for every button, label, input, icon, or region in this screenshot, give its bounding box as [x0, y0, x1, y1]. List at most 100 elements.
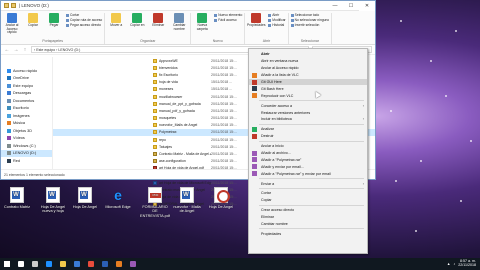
- file-date: 20/11/2018 15:...: [211, 116, 238, 121]
- taskbar-media-button[interactable]: [126, 258, 140, 270]
- ribbon-small-button[interactable]: Historial: [268, 23, 285, 27]
- ribbon-button-label: Mover a: [110, 23, 123, 27]
- ribbon-button-label: Copiar en: [130, 23, 145, 27]
- sidebar-item[interactable]: Vídeos: [1, 135, 52, 143]
- sidebar-item[interactable]: Descargas: [1, 90, 52, 98]
- context-menu-item[interactable]: Anclar a Inicio: [249, 143, 367, 150]
- ribbon-small-button[interactable]: Fácil acceso: [214, 18, 242, 22]
- ribbon-button[interactable]: Propiedades: [247, 13, 266, 28]
- up-arrow-icon[interactable]: ↑: [22, 47, 28, 53]
- context-menu-item[interactable]: Añadir al archivo...: [249, 150, 367, 157]
- sidebar-item[interactable]: Documentos: [1, 97, 52, 105]
- context-menu-item[interactable]: Restaurar versiones anteriores: [249, 109, 367, 116]
- menu-item-icon: [252, 133, 257, 139]
- menu-item-icon: [252, 126, 257, 132]
- desktop-icon[interactable]: Contrato Matriz: [2, 187, 32, 209]
- back-arrow-icon[interactable]: ←: [4, 47, 10, 53]
- sidebar-item[interactable]: Red: [1, 157, 52, 165]
- taskbar-word-button[interactable]: [98, 258, 112, 270]
- ribbon-small-button[interactable]: Nuevo elemento: [214, 13, 242, 17]
- folder-icon[interactable]: [11, 3, 16, 8]
- ribbon-button[interactable]: Pegar: [45, 13, 63, 28]
- menu-item-icon: [252, 86, 257, 92]
- context-menu-item[interactable]: Abrir en ventana nueva: [249, 58, 367, 65]
- ribbon-small-button[interactable]: Invertir selección: [290, 23, 329, 27]
- desktop-icon[interactable]: e Microsoft Edge: [103, 187, 133, 209]
- sidebar-item[interactable]: OneDrive: [1, 75, 52, 83]
- sidebar-item[interactable]: Escritorio: [1, 105, 52, 113]
- taskbar-store-button[interactable]: [70, 258, 84, 270]
- maximize-button[interactable]: ☐: [343, 1, 359, 11]
- taskbar-search-button[interactable]: [14, 258, 28, 270]
- sidebar-item[interactable]: Objetos 3D: [1, 127, 52, 135]
- ribbon-button[interactable]: Mover a: [107, 13, 125, 28]
- sidebar-item[interactable]: Acceso rápido: [1, 67, 52, 75]
- ribbon-small-button[interactable]: No seleccionar ninguno: [290, 18, 329, 22]
- context-menu-item[interactable]: Crear acceso directo: [249, 207, 367, 214]
- sidebar-item[interactable]: LENOVO (D:): [1, 149, 52, 157]
- taskbar-chrome-button[interactable]: [84, 258, 98, 270]
- ribbon-button[interactable]: Nueva carpeta: [193, 13, 211, 31]
- clock[interactable]: 8:57 a. m. 22/11/2018: [458, 259, 476, 268]
- word-icon: [78, 187, 92, 203]
- word-icon: [10, 187, 24, 203]
- volume-icon[interactable]: ♪: [453, 262, 455, 266]
- file-name: ase-configuration: [159, 159, 186, 164]
- sidebar-item[interactable]: Este equipo: [1, 82, 52, 90]
- sidebar-item[interactable]: Música: [1, 120, 52, 128]
- sidebar-item-label: Objetos 3D: [13, 128, 32, 133]
- context-menu-item[interactable]: Añadir a la lista de VLC: [249, 72, 367, 79]
- ribbon-small-button[interactable]: Abrir: [268, 13, 285, 17]
- context-menu-item[interactable]: Enviar a ›: [249, 180, 367, 187]
- menu-item-label: Añadir a la lista de VLC: [261, 73, 299, 78]
- desktop-icon[interactable]: nuevofor · Malla de Angel: [172, 187, 202, 214]
- taskbar-taskview-button[interactable]: [28, 258, 42, 270]
- desktop-icon[interactable]: FORMULARIO DE ENTREVISTA.pdf: [140, 187, 170, 218]
- ribbon-small-button[interactable]: Seleccionar todo: [290, 13, 329, 17]
- context-menu-item[interactable]: Propiedades: [249, 230, 367, 237]
- folder-icon: [153, 130, 157, 135]
- sidebar-item[interactable]: Imágenes: [1, 112, 52, 120]
- context-menu-item[interactable]: Anclar al Acceso rápido: [249, 65, 367, 72]
- desktop-icon[interactable]: Hoja De Angel: [70, 187, 100, 209]
- context-menu-item[interactable]: Cortar: [249, 190, 367, 197]
- ribbon-button[interactable]: Eliminar: [149, 13, 167, 28]
- context-menu-item[interactable]: Copiar: [249, 197, 367, 204]
- sidebar-item[interactable]: Windows (C:): [1, 142, 52, 150]
- minimize-button[interactable]: —: [327, 1, 343, 11]
- desktop-icon[interactable]: Hoja De Angel nueva y hoja: [38, 187, 68, 214]
- context-menu-item[interactable]: Eliminar: [249, 214, 367, 221]
- context-menu-item[interactable]: Git Bash Here: [249, 85, 367, 92]
- ribbon-small-button[interactable]: Pegar acceso directo: [66, 23, 102, 27]
- context-menu-item[interactable]: Destruir: [249, 133, 367, 140]
- file-date: 20/11/2018 15:...: [211, 94, 238, 99]
- close-button[interactable]: ✕: [359, 0, 375, 11]
- ribbon-button[interactable]: Cambiar nombre: [170, 13, 188, 31]
- ribbon-small-icon: [290, 13, 294, 17]
- context-menu-item[interactable]: Añadir a "Polymetrax.rar": [249, 156, 367, 163]
- forward-arrow-icon[interactable]: →: [13, 47, 19, 53]
- taskbar-vlc-button[interactable]: [112, 258, 126, 270]
- taskbar-explorer-button[interactable]: [56, 258, 70, 270]
- context-menu-item[interactable]: Analizar: [249, 126, 367, 133]
- sidebar-item-label: LENOVO (D:): [13, 151, 37, 156]
- context-menu-item[interactable]: Git GUI Here: [249, 78, 367, 86]
- network-icon[interactable]: ▲: [447, 262, 451, 266]
- context-menu-item[interactable]: Reproducir con VLC: [249, 92, 367, 99]
- context-menu-item[interactable]: Incluir en biblioteca ›: [249, 116, 367, 123]
- ribbon-button[interactable]: Copiar en: [128, 13, 146, 28]
- context-menu-item[interactable]: Cambiar nombre: [249, 221, 367, 228]
- folder-icon[interactable]: [4, 3, 9, 8]
- ribbon-small-button[interactable]: Cortar: [66, 13, 102, 17]
- ribbon-small-button[interactable]: Copiar ruta de acceso: [66, 18, 102, 22]
- context-menu-item[interactable]: Conceder acceso a ›: [249, 102, 367, 109]
- context-menu-item[interactable]: Abrir: [249, 51, 367, 58]
- desktop-icon[interactable]: Hoja De Angel: [206, 187, 236, 209]
- context-menu-item[interactable]: Añadir y enviar por email...: [249, 163, 367, 170]
- ribbon-button[interactable]: Copiar: [24, 13, 42, 28]
- ribbon-button[interactable]: Anclar al Acceso rápido: [3, 13, 21, 35]
- taskbar-edge-button[interactable]: [42, 258, 56, 270]
- ribbon-small-button[interactable]: Modificar: [268, 18, 286, 22]
- start-button[interactable]: [0, 258, 14, 270]
- context-menu-item[interactable]: Añadir a "Polymetrax.rar" y enviar por e…: [249, 170, 367, 177]
